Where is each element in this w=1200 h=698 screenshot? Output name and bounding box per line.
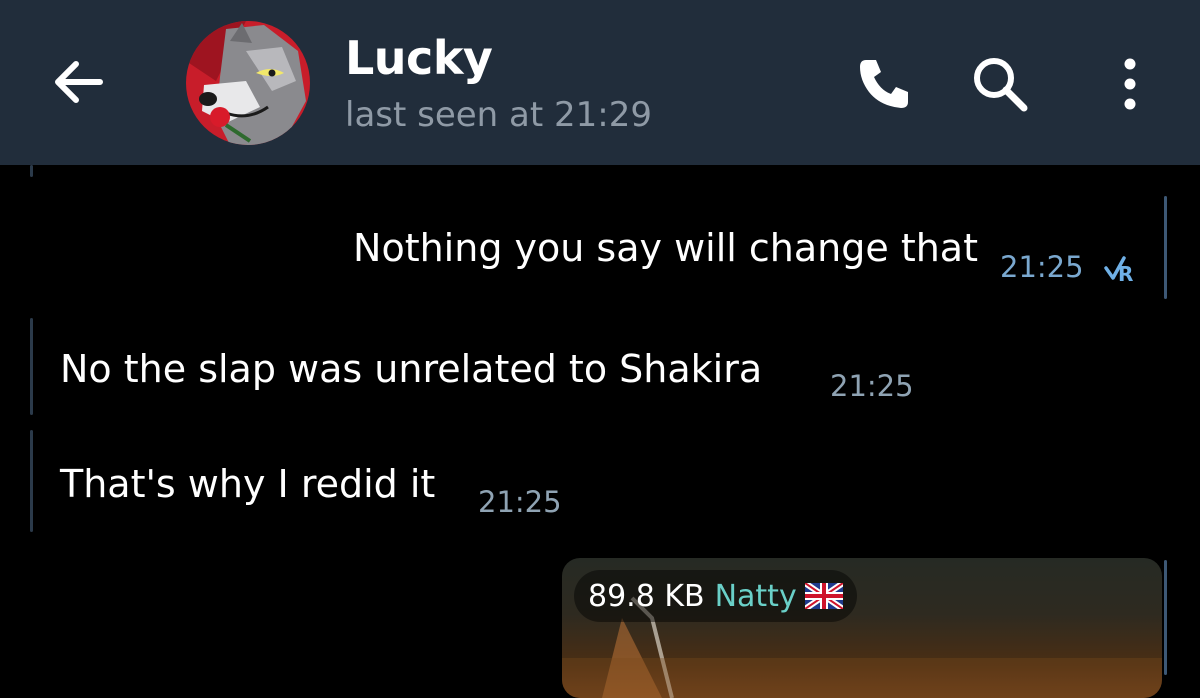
message-time: 21:25 bbox=[830, 369, 914, 403]
message-text: No the slap was unrelated to Shakira bbox=[60, 347, 763, 391]
svg-text:R: R bbox=[1118, 262, 1133, 284]
back-arrow-icon bbox=[55, 61, 103, 103]
avatar[interactable] bbox=[186, 21, 310, 145]
message-time: 21:25 bbox=[478, 485, 562, 519]
wolf-avatar-icon bbox=[186, 21, 310, 145]
chat-header: Lucky last seen at 21:29 bbox=[0, 0, 1200, 165]
uk-flag-icon bbox=[804, 583, 843, 609]
back-button[interactable] bbox=[50, 52, 110, 112]
message-text: Nothing you say will change that bbox=[353, 226, 978, 270]
message-bar bbox=[1164, 196, 1167, 299]
photo-info-pill: 89.8 KB Natty bbox=[574, 570, 857, 622]
more-options-button[interactable] bbox=[1106, 52, 1154, 116]
phone-icon bbox=[860, 60, 908, 108]
message-bar bbox=[30, 430, 33, 532]
message-bar bbox=[30, 318, 33, 415]
sender-name[interactable]: Natty bbox=[715, 579, 797, 614]
message-bar bbox=[30, 165, 33, 177]
message-time: 21:25 bbox=[1000, 250, 1084, 284]
message-bar bbox=[1164, 560, 1167, 675]
search-button[interactable] bbox=[968, 52, 1032, 116]
chat-title[interactable]: Lucky bbox=[345, 30, 493, 86]
message-text: That's why I redid it bbox=[60, 462, 436, 506]
call-button[interactable] bbox=[852, 52, 916, 116]
file-size: 89.8 KB bbox=[588, 578, 705, 614]
search-icon bbox=[974, 58, 1028, 112]
more-vertical-icon bbox=[1124, 58, 1136, 110]
read-receipt-icon: R bbox=[1104, 256, 1133, 284]
last-seen-status: last seen at 21:29 bbox=[345, 95, 652, 135]
